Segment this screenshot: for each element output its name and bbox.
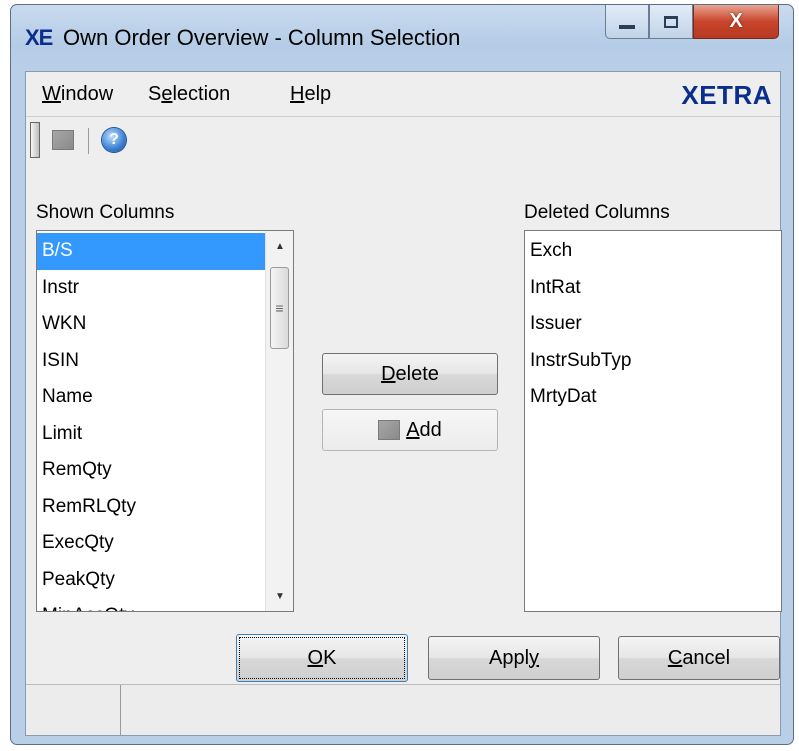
shown-column-item[interactable]: Limit: [37, 416, 265, 453]
menu-help-mnemonic: H: [290, 83, 305, 105]
ok-label-post: K: [323, 646, 337, 669]
shown-column-item[interactable]: Name: [37, 379, 265, 416]
add-label-mnemonic: A: [406, 418, 420, 441]
shown-column-item[interactable]: B/S: [37, 233, 265, 270]
deleted-column-item[interactable]: Exch: [525, 233, 781, 270]
cancel-label-post: ancel: [682, 646, 731, 669]
shown-column-item[interactable]: ISIN: [37, 343, 265, 380]
gray-square-icon[interactable]: [52, 130, 74, 150]
scroll-down-icon[interactable]: ▼: [266, 581, 293, 611]
menu-selection-rest: lection: [172, 83, 231, 105]
dialog-window: XE Own Order Overview - Column Selection…: [10, 4, 794, 745]
shown-columns-items: B/S Instr WKN ISIN Name Limit RemQty RemRLQty Ex…: [37, 233, 265, 611]
ok-label-mnemonic: O: [307, 646, 324, 669]
xetra-brand-logo: XETRA: [681, 80, 772, 110]
menu-help-rest: elp: [304, 83, 332, 105]
maximize-button[interactable]: [649, 5, 693, 39]
minimize-icon: [619, 24, 635, 29]
deleted-columns-label: Deleted Columns: [524, 202, 670, 223]
scroll-up-icon[interactable]: ▲: [266, 231, 293, 261]
menu-window-mnemonic: W: [42, 83, 61, 105]
menu-selection-pre: S: [148, 83, 162, 105]
menu-window[interactable]: Window: [42, 83, 113, 106]
scroll-thumb[interactable]: ≡: [270, 267, 289, 349]
delete-button[interactable]: Delete: [322, 353, 498, 395]
shown-column-item[interactable]: RemQty: [37, 452, 265, 489]
app-logo: XE: [25, 25, 53, 50]
apply-button[interactable]: Appl y: [428, 636, 600, 680]
maximize-icon: [664, 15, 678, 28]
deleted-columns-list[interactable]: Exch IntRat Issuer InstrSubTyp MrtyDat: [524, 230, 782, 612]
shown-column-item[interactable]: WKN: [37, 306, 265, 343]
close-button[interactable]: X: [693, 5, 779, 39]
deleted-column-item[interactable]: InstrSubTyp: [525, 343, 781, 380]
shown-column-item[interactable]: PeakQty: [37, 562, 265, 599]
apply-label-pre: Appl: [488, 646, 530, 669]
grip-handle-icon[interactable]: [30, 122, 40, 158]
apply-label-mnemonic: y: [529, 646, 540, 669]
status-cell: [26, 685, 121, 735]
deleted-column-item[interactable]: MrtyDat: [525, 379, 781, 416]
delete-label-post: elete: [395, 362, 439, 385]
menu-bar: Window Selection Help XETRA: [26, 72, 780, 117]
menu-selection[interactable]: Selection: [148, 83, 230, 106]
toolbar-separator: [88, 128, 89, 154]
menu-window-rest: indow: [60, 83, 114, 105]
shown-column-item[interactable]: ExecQty: [37, 525, 265, 562]
title-bar[interactable]: XE Own Order Overview - Column Selection…: [11, 5, 793, 71]
cancel-label-mnemonic: C: [667, 646, 683, 669]
shown-column-item[interactable]: Instr: [37, 270, 265, 307]
add-label-post: dd: [419, 418, 442, 441]
minimize-button[interactable]: [605, 5, 649, 39]
deleted-column-item[interactable]: IntRat: [525, 270, 781, 307]
menu-help[interactable]: Help: [290, 83, 331, 106]
help-icon[interactable]: ?: [102, 128, 126, 152]
status-bar: [26, 684, 780, 735]
window-controls: X: [605, 5, 779, 41]
cancel-button[interactable]: Cancel: [618, 636, 780, 680]
vertical-scrollbar[interactable]: ▲ ≡ ▼: [265, 231, 293, 611]
window-title: Own Order Overview - Column Selection: [63, 25, 461, 50]
ok-button[interactable]: OK: [236, 634, 408, 682]
menu-selection-mnemonic: e: [161, 83, 173, 105]
dialog-client-area: Window Selection Help XETRA ? Shown Colu…: [25, 71, 782, 736]
deleted-columns-items: Exch IntRat Issuer InstrSubTyp MrtyDat: [525, 233, 781, 416]
add-button[interactable]: Add: [322, 409, 498, 451]
add-icon: [378, 420, 401, 440]
shown-columns-label: Shown Columns: [36, 202, 175, 223]
delete-label-mnemonic: D: [381, 362, 396, 385]
shown-column-item[interactable]: MinAccQty: [37, 598, 265, 611]
shown-columns-list[interactable]: B/S Instr WKN ISIN Name Limit RemQty RemRLQty Ex…: [36, 230, 294, 612]
shown-column-item[interactable]: RemRLQty: [37, 489, 265, 526]
close-icon: X: [729, 10, 743, 32]
toolbar: ?: [26, 118, 780, 164]
deleted-column-item[interactable]: Issuer: [525, 306, 781, 343]
